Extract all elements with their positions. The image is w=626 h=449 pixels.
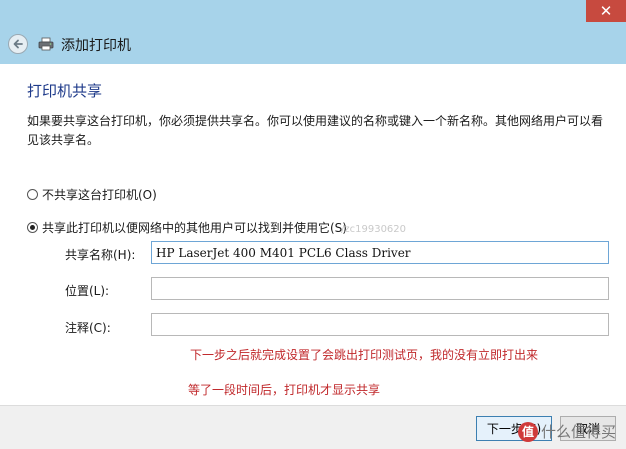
site-logo-icon: 值 xyxy=(518,421,538,442)
close-icon: ✕ xyxy=(599,2,613,20)
share-name-input[interactable] xyxy=(151,241,609,264)
radio-no-share[interactable]: 不共享这台打印机(O) xyxy=(27,186,157,203)
watermark-text: /zc19930620 xyxy=(341,224,407,235)
annotation-note-1: 下一步之后就完成设置了会跳出打印测试页，我的没有立即打出来 xyxy=(190,348,539,362)
radio-share-label: 共享此打印机以便网络中的其他用户可以找到并使用它(S) xyxy=(42,221,347,235)
page-description: 如果要共享这台打印机，你必须提供共享名。你可以使用建议的名称或键入一个新名称。其… xyxy=(27,114,604,147)
radio-share-indicator[interactable] xyxy=(27,222,38,233)
back-button[interactable] xyxy=(8,34,28,54)
page-title: 打印机共享 xyxy=(27,82,103,100)
location-label: 位置(L): xyxy=(65,284,110,298)
radio-no-share-label: 不共享这台打印机(O) xyxy=(42,188,157,202)
close-button[interactable]: ✕ xyxy=(586,0,626,22)
printer-icon xyxy=(38,37,54,51)
comment-input[interactable] xyxy=(151,313,609,336)
window-title: 添加打印机 xyxy=(61,38,131,54)
radio-share[interactable]: 共享此打印机以便网络中的其他用户可以找到并使用它(S) xyxy=(27,219,347,236)
radio-no-share-indicator[interactable] xyxy=(27,189,38,200)
back-arrow-icon xyxy=(13,39,23,49)
site-watermark: 值 什么值得买 xyxy=(518,421,616,442)
annotation-note-2: 等了一段时间后，打印机才显示共享 xyxy=(188,383,381,397)
share-name-label: 共享名称(H): xyxy=(65,248,136,262)
location-input[interactable] xyxy=(151,277,609,300)
comment-label: 注释(C): xyxy=(65,321,111,335)
site-watermark-text: 什么值得买 xyxy=(541,423,617,441)
